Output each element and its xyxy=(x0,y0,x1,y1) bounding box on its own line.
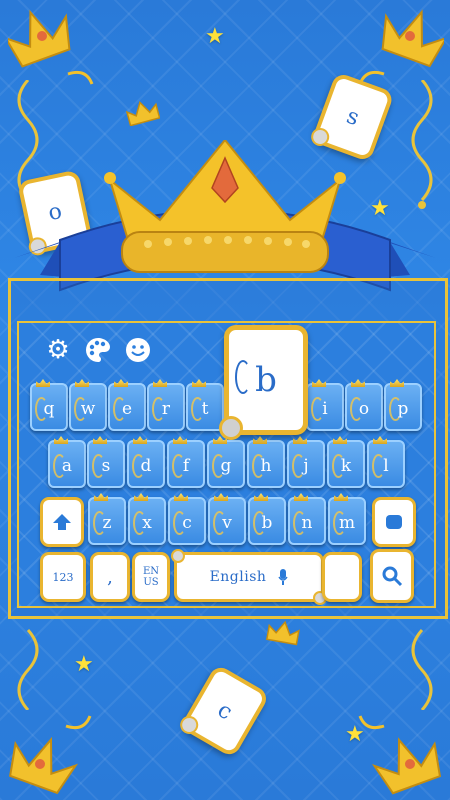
key-label: q xyxy=(43,399,55,419)
key-v[interactable]: v xyxy=(208,497,246,545)
key-c[interactable]: c xyxy=(168,497,206,545)
crown-icon xyxy=(358,715,442,795)
backspace-key[interactable] xyxy=(372,497,416,547)
tile-letter: s xyxy=(343,103,363,131)
tile-letter: c xyxy=(213,697,237,725)
key-label: v xyxy=(222,513,232,533)
key-m[interactable]: m xyxy=(328,497,366,545)
swirl-ornament xyxy=(411,628,433,710)
key-j[interactable]: j xyxy=(287,440,325,488)
key-label: m xyxy=(338,513,356,533)
search-icon xyxy=(382,566,403,587)
key-x[interactable]: x xyxy=(128,497,166,545)
crown-icon xyxy=(9,715,92,795)
language-key[interactable]: EN US xyxy=(132,552,170,602)
key-e[interactable]: e xyxy=(108,383,146,431)
shift-key[interactable] xyxy=(40,497,84,547)
space-key[interactable]: English xyxy=(171,549,327,605)
popup-letter: b xyxy=(255,360,277,400)
key-label: p xyxy=(397,399,409,419)
key-label: z xyxy=(102,513,112,533)
numbers-key[interactable]: 123 xyxy=(40,552,86,602)
comma-label: , xyxy=(107,566,113,588)
key-d[interactable]: d xyxy=(127,440,165,488)
key-l[interactable]: l xyxy=(367,440,405,488)
star-icon: ★ xyxy=(205,24,225,49)
key-label: n xyxy=(301,513,313,533)
key-a[interactable]: a xyxy=(48,440,86,488)
key-t[interactable]: t xyxy=(186,383,224,431)
key-i[interactable]: i xyxy=(306,383,344,431)
period-key[interactable] xyxy=(322,552,362,602)
key-q[interactable]: q xyxy=(30,383,68,431)
palette-icon[interactable] xyxy=(84,336,112,364)
key-label: e xyxy=(121,399,133,419)
key-label: x xyxy=(142,513,152,533)
key-h[interactable]: h xyxy=(247,440,285,488)
key-label: i xyxy=(322,399,328,419)
swirl-ornament xyxy=(17,628,39,710)
key-label: s xyxy=(101,456,111,476)
star-icon: ★ xyxy=(345,722,365,747)
key-o[interactable]: o xyxy=(345,383,383,431)
numbers-label: 123 xyxy=(52,570,74,584)
key-label: b xyxy=(261,513,273,533)
key-z[interactable]: z xyxy=(88,497,126,545)
smiley-icon[interactable] xyxy=(124,336,152,364)
key-r[interactable]: r xyxy=(147,383,185,431)
key-label: r xyxy=(161,399,171,419)
backspace-icon xyxy=(386,515,402,529)
star-icon: ★ xyxy=(74,652,94,677)
shift-arrow-icon xyxy=(53,514,71,530)
gear-icon[interactable]: ⚙ xyxy=(44,336,72,364)
key-knob xyxy=(171,549,185,563)
key-label: j xyxy=(303,456,309,476)
key-label: g xyxy=(220,456,232,476)
key-label: t xyxy=(201,399,209,419)
small-crown-icon xyxy=(126,100,160,126)
key-b[interactable]: b xyxy=(248,497,286,545)
key-label: f xyxy=(182,456,190,476)
key-w[interactable]: w xyxy=(69,383,107,431)
key-label: o xyxy=(358,399,370,419)
key-label: d xyxy=(140,456,152,476)
key-label: a xyxy=(61,456,73,476)
popup-knob xyxy=(219,416,243,440)
key-g[interactable]: g xyxy=(207,440,245,488)
key-k[interactable]: k xyxy=(327,440,365,488)
small-crown-icon xyxy=(266,620,300,646)
key-p[interactable]: p xyxy=(384,383,422,431)
key-label: c xyxy=(182,513,192,533)
search-key[interactable] xyxy=(370,549,414,603)
mic-icon xyxy=(278,569,289,585)
key-preview-popup: b xyxy=(219,325,308,440)
key-s[interactable]: s xyxy=(87,440,125,488)
space-label: English xyxy=(209,569,267,585)
key-n[interactable]: n xyxy=(288,497,326,545)
key-label: l xyxy=(383,456,389,476)
key-label: k xyxy=(340,456,352,476)
key-f[interactable]: f xyxy=(167,440,205,488)
swirl-ornament xyxy=(235,360,251,394)
key-label: w xyxy=(80,399,96,419)
comma-key[interactable]: , xyxy=(90,552,130,602)
language-label: EN US xyxy=(142,566,160,588)
key-label: h xyxy=(260,456,272,476)
